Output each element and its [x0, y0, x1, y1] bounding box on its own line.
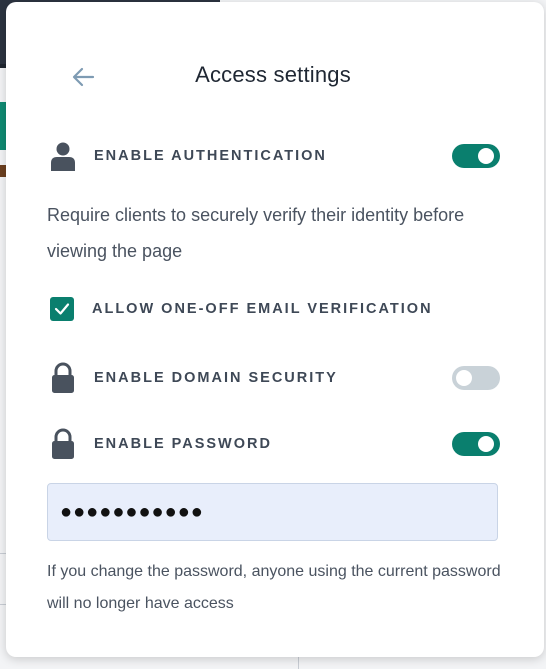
lock-icon	[50, 427, 78, 461]
checkmark-icon	[54, 303, 70, 315]
authentication-toggle[interactable]	[452, 144, 500, 168]
authentication-description: Require clients to securely verify their…	[47, 205, 465, 261]
email-verification-option[interactable]: ALLOW ONE-OFF EMAIL VERIFICATION	[50, 294, 433, 324]
lock-icon	[50, 361, 78, 395]
panel-title: Access settings	[195, 62, 351, 87]
password-value[interactable]: ●●●●●●●●●●●	[60, 501, 204, 524]
domain-security-toggle[interactable]	[452, 366, 500, 390]
password-row: ENABLE PASSWORD	[50, 424, 500, 464]
email-verification-checkbox[interactable]	[50, 297, 74, 321]
email-verification-label: ALLOW ONE-OFF EMAIL VERIFICATION	[92, 301, 433, 317]
authentication-label: ENABLE AUTHENTICATION	[94, 148, 327, 164]
password-label: ENABLE PASSWORD	[94, 436, 272, 452]
access-settings-panel: Access settings ENABLE AUTHENTICATION Re…	[6, 2, 544, 657]
background-divider	[298, 655, 299, 669]
authentication-row: ENABLE AUTHENTICATION	[50, 136, 500, 176]
password-field[interactable]: ●●●●●●●●●●●	[47, 483, 498, 541]
password-toggle[interactable]	[452, 432, 500, 456]
domain-security-row: ENABLE DOMAIN SECURITY	[50, 358, 500, 398]
domain-security-label: ENABLE DOMAIN SECURITY	[94, 370, 338, 386]
password-note: If you change the password, anyone using…	[47, 563, 501, 612]
person-icon	[50, 139, 78, 173]
